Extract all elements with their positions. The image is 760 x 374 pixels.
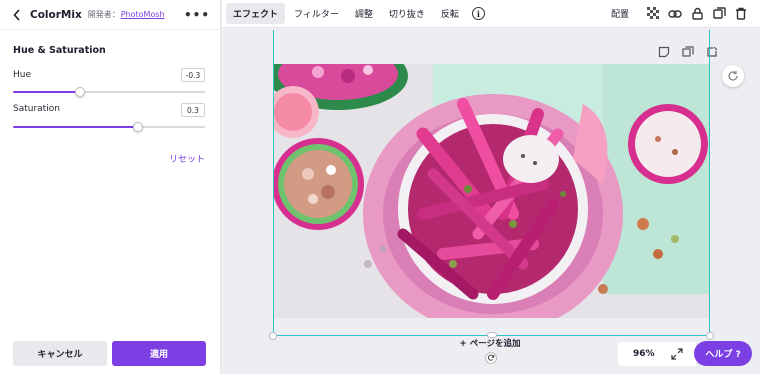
refresh-icon[interactable] <box>722 65 744 87</box>
developer-label: 開発者： <box>87 10 120 19</box>
more-options-icon[interactable]: ••• <box>184 8 210 22</box>
developer-link[interactable]: PhotoMosh <box>121 10 165 19</box>
back-chevron-icon[interactable] <box>10 8 24 22</box>
app-title: ColorMix <box>30 8 82 21</box>
info-icon[interactable]: i <box>471 7 485 20</box>
selection-border-right <box>709 30 710 336</box>
saturation-value-input[interactable]: 0.3 <box>181 103 205 117</box>
reset-link[interactable]: リセット <box>169 152 205 165</box>
zoom-control[interactable]: 96% <box>618 342 696 366</box>
tab-crop[interactable]: 切り抜き <box>382 3 432 24</box>
tab-effects[interactable]: エフェクト <box>226 3 286 24</box>
editor-toolbar: エフェクト フィルター 調整 切り抜き 反転 i 配置 <box>222 0 760 28</box>
page-tools <box>646 46 718 58</box>
tab-flip[interactable]: 反転 <box>434 3 466 24</box>
add-page-icon[interactable] <box>706 46 718 58</box>
add-page-button[interactable]: + ページを追加 <box>440 337 540 351</box>
resize-handle-bottom-left[interactable] <box>269 332 277 340</box>
side-panel: ColorMix 開発者： PhotoMosh ••• Hue & Satura… <box>0 0 221 374</box>
selection-border-left <box>273 30 274 336</box>
expand-icon[interactable] <box>670 348 683 360</box>
link-icon[interactable] <box>668 7 682 21</box>
trash-icon[interactable] <box>734 7 748 21</box>
toolbar-right: 配置 <box>604 3 760 24</box>
position-button[interactable]: 配置 <box>604 3 636 24</box>
hue-label: Hue <box>13 70 32 80</box>
slider-fill <box>13 126 138 128</box>
zoom-level: 96% <box>633 349 655 359</box>
note-icon[interactable] <box>658 46 670 58</box>
saturation-label: Saturation <box>13 104 60 114</box>
tab-adjust[interactable]: 調整 <box>348 3 380 24</box>
tab-filters[interactable]: フィルター <box>287 3 346 24</box>
rotate-icon[interactable] <box>485 352 497 364</box>
panel-header: ColorMix 開発者： PhotoMosh ••• <box>0 0 220 30</box>
duplicate-page-icon[interactable] <box>682 46 694 58</box>
slider-thumb[interactable] <box>132 122 143 132</box>
transparency-icon[interactable] <box>646 7 660 21</box>
food-photo[interactable] <box>273 64 710 318</box>
cancel-button[interactable]: キャンセル <box>13 341 107 366</box>
section-title: Hue & Saturation <box>13 45 106 56</box>
slider-thumb[interactable] <box>75 87 86 97</box>
hue-slider[interactable] <box>13 86 205 98</box>
resize-handle-bottom-right[interactable] <box>706 332 714 340</box>
slider-fill <box>13 91 81 93</box>
help-button[interactable]: ヘルプ ? <box>694 341 752 366</box>
duplicate-icon[interactable] <box>712 7 726 21</box>
saturation-slider[interactable] <box>13 121 205 133</box>
hue-value-input[interactable]: -0.3 <box>181 68 205 82</box>
apply-button[interactable]: 適用 <box>112 341 206 366</box>
lock-icon[interactable] <box>690 7 704 21</box>
